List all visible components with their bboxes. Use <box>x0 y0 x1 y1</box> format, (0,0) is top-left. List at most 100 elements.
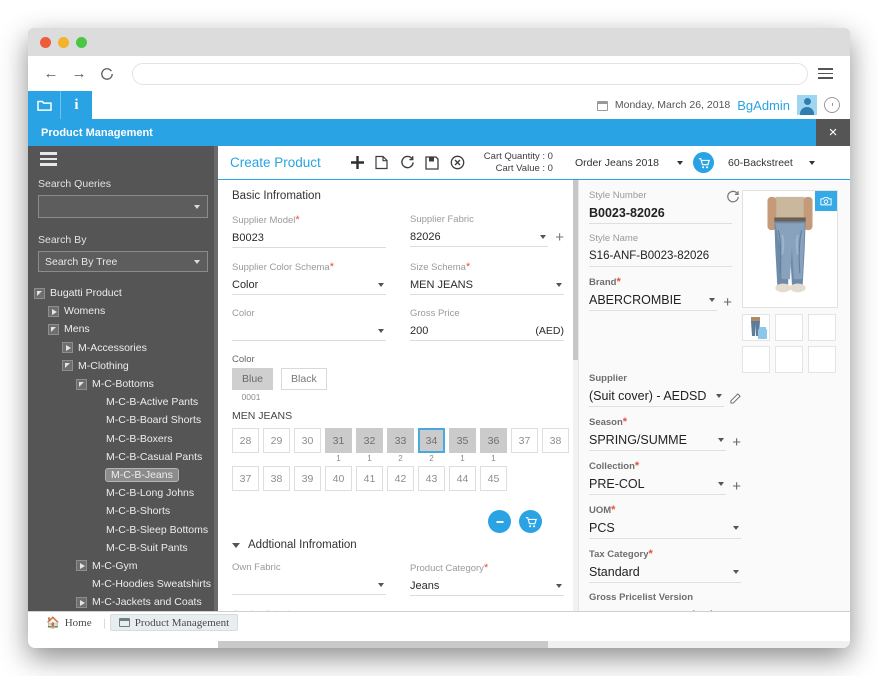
add-to-cart-icon[interactable] <box>519 510 542 533</box>
size-cell[interactable]: 29 <box>263 428 290 453</box>
collection-select[interactable]: PRE-COL <box>589 474 726 495</box>
image-thumbnail[interactable] <box>775 346 803 373</box>
sidebar-tree-item[interactable]: M-C-Jackets and Coats <box>34 593 218 611</box>
size-cell[interactable]: 35 <box>449 428 476 453</box>
chevron-right-icon[interactable] <box>48 306 59 317</box>
footer-tab-product-management[interactable]: Product Management <box>110 614 238 631</box>
gross-pricelist-select[interactable]: Gross AL-SADEK (Suit cover) <box>589 605 741 611</box>
size-cell[interactable]: 42 <box>387 466 414 491</box>
reload-icon[interactable] <box>96 63 118 85</box>
size-cell[interactable]: 28 <box>232 428 259 453</box>
folder-icon[interactable] <box>28 91 60 119</box>
hamburger-menu-icon[interactable] <box>818 64 838 84</box>
size-cell[interactable]: 31 <box>325 428 352 453</box>
sidebar-tree-item[interactable]: Bugatti Product <box>34 284 218 302</box>
size-cell[interactable]: 44 <box>449 466 476 491</box>
chevron-down-icon[interactable] <box>76 379 87 390</box>
size-cell[interactable]: 43 <box>418 466 445 491</box>
size-cell[interactable]: 34 <box>418 428 445 453</box>
uom-select[interactable]: PCS <box>589 518 741 539</box>
size-cell[interactable]: 37 <box>232 466 259 491</box>
tax-category-select[interactable]: Standard <box>589 562 741 583</box>
power-icon[interactable] <box>824 97 840 113</box>
chevron-right-icon[interactable] <box>62 342 73 353</box>
size-cell[interactable]: 40 <box>325 466 352 491</box>
sidebar-tree-item[interactable]: M-C-B-Long Johns <box>34 484 218 502</box>
search-by-select[interactable]: Search By Tree <box>38 251 208 272</box>
sidebar-tree-item[interactable]: M-Accessories <box>34 339 218 357</box>
sidebar-tree-item[interactable]: M-C-Bottoms <box>34 375 218 393</box>
forward-arrow-icon[interactable]: → <box>68 63 90 85</box>
add-brand-button[interactable]: + <box>723 295 732 310</box>
save-icon[interactable] <box>420 150 445 175</box>
size-cell[interactable]: 41 <box>356 466 383 491</box>
size-cell[interactable]: 37 <box>511 428 538 453</box>
sidebar-tree-item[interactable]: M-C-Gym <box>34 557 218 575</box>
delete-icon[interactable] <box>758 329 767 339</box>
sidebar-tree-item[interactable]: M-C-B-Sleep Bottoms <box>34 520 218 538</box>
own-fabric-select[interactable] <box>232 576 386 595</box>
size-cell[interactable]: 38 <box>263 466 290 491</box>
sidebar-tree-item[interactable]: M-C-B-Active Pants <box>34 393 218 411</box>
color-dropdown-select[interactable] <box>232 322 386 341</box>
chevron-down-icon[interactable] <box>34 288 45 299</box>
add-icon[interactable] <box>345 150 370 175</box>
style-name-input[interactable]: S16-ANF-B0023-82026 <box>589 246 732 267</box>
chevron-right-icon[interactable] <box>76 560 87 571</box>
image-thumbnail[interactable] <box>808 346 836 373</box>
season-select[interactable]: SPRING/SUMME <box>589 430 726 451</box>
sidebar-tree-item[interactable]: M-C-B-Shorts <box>34 502 218 520</box>
supplier-color-schema-select[interactable]: Color <box>232 276 386 295</box>
product-image[interactable] <box>742 190 838 308</box>
camera-icon[interactable] <box>815 191 837 211</box>
close-icon[interactable]: × <box>816 119 850 146</box>
color-chip[interactable]: Black <box>281 368 327 390</box>
url-input[interactable] <box>132 63 808 85</box>
store-select[interactable]: 60-Backstreet <box>728 157 815 169</box>
duplicate-icon[interactable] <box>370 150 395 175</box>
window-maximize-button[interactable] <box>76 37 87 48</box>
info-icon[interactable]: i <box>60 91 92 119</box>
edit-supplier-icon[interactable] <box>730 393 741 404</box>
supplier-model-input[interactable]: B0023 <box>232 229 386 248</box>
chevron-right-icon[interactable] <box>76 597 87 608</box>
image-thumbnail[interactable] <box>808 314 836 341</box>
sidebar-tree-item[interactable]: Mens <box>34 320 218 338</box>
horizontal-scrollbar-thumb[interactable] <box>218 641 548 648</box>
window-minimize-button[interactable] <box>58 37 69 48</box>
sidebar-tree-item[interactable]: M-C-B-Board Shorts <box>34 411 218 429</box>
sidebar-tree-item[interactable]: M-C-B-Boxers <box>34 430 218 448</box>
sidebar-tree-item[interactable]: M-C-Hoodies Sweatshirts <box>34 575 218 593</box>
image-thumbnail[interactable] <box>742 314 770 341</box>
sidebar-tree-item[interactable]: M-Clothing <box>34 357 218 375</box>
window-close-button[interactable] <box>40 37 51 48</box>
horizontal-scrollbar[interactable] <box>218 641 850 648</box>
footer-home-item[interactable]: 🏠 Home <box>38 614 100 631</box>
chevron-down-icon[interactable] <box>48 324 59 335</box>
section-title-additional[interactable]: Addtional Infromation <box>232 539 564 551</box>
image-thumbnail[interactable] <box>742 346 770 373</box>
minus-circle-icon[interactable] <box>488 510 511 533</box>
style-number-input[interactable]: B0023-82026 <box>589 203 732 224</box>
sidebar-tree-item[interactable]: M-C-B-Jeans <box>34 466 218 484</box>
supplier-select[interactable]: (Suit cover) - AEDSD <box>589 386 724 407</box>
sidebar-tree-item[interactable]: M-C-B-Suit Pants <box>34 539 218 557</box>
product-category-select[interactable]: Jeans <box>410 577 564 596</box>
refresh-icon[interactable] <box>726 190 740 204</box>
size-cell[interactable]: 38 <box>542 428 569 453</box>
back-arrow-icon[interactable]: ← <box>40 63 62 85</box>
size-cell[interactable]: 30 <box>294 428 321 453</box>
color-chip[interactable]: Blue <box>232 368 273 390</box>
add-supplier-fabric-button[interactable]: + <box>555 230 564 245</box>
cancel-icon[interactable] <box>445 150 470 175</box>
size-cell[interactable]: 36 <box>480 428 507 453</box>
size-cell[interactable]: 39 <box>294 466 321 491</box>
add-collection-button[interactable]: + <box>732 479 741 494</box>
brand-select[interactable]: ABERCROMBIE <box>589 290 717 311</box>
add-season-button[interactable]: + <box>732 435 741 450</box>
sidebar-tree-item[interactable]: Womens <box>34 302 218 320</box>
supplier-fabric-input[interactable]: 82026 <box>410 228 548 247</box>
hamburger-menu-icon[interactable] <box>40 152 57 165</box>
image-thumbnail[interactable] <box>775 314 803 341</box>
chevron-down-icon[interactable] <box>62 360 73 371</box>
